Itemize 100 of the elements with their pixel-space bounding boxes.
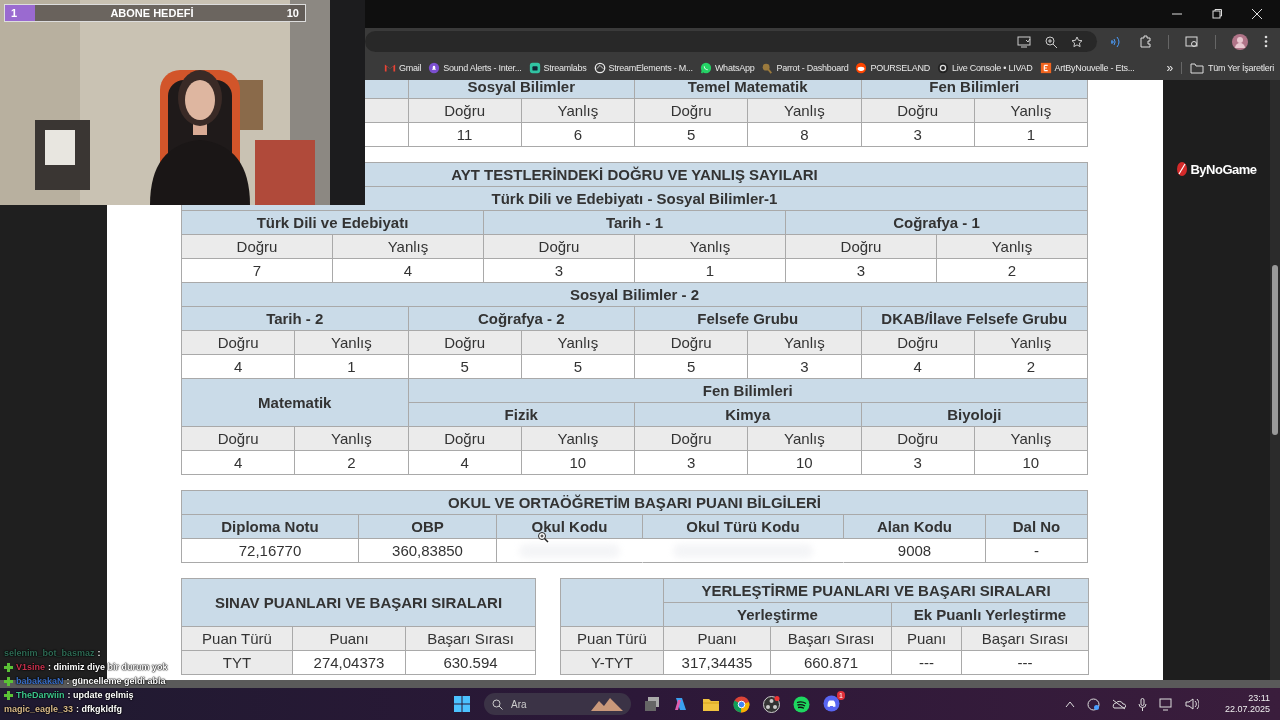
bookmark-item[interactable]: POURSELAND: [855, 61, 930, 74]
table-cell: 10: [748, 451, 862, 475]
chat-message: : dfkgkldfg: [76, 704, 123, 714]
column-header: Yanlış: [748, 427, 862, 451]
column-header: Doğru: [861, 331, 975, 355]
zoom-icon[interactable]: [1045, 35, 1057, 48]
column-header: Puan Türü: [561, 627, 664, 651]
table-cell: 72,16770: [182, 539, 359, 563]
column-header: Doğru: [484, 235, 635, 259]
table-cell: 3: [748, 355, 862, 379]
table-cell: 5: [521, 355, 635, 379]
column-header: Doğru: [635, 427, 749, 451]
microphone-icon[interactable]: [1137, 697, 1147, 711]
camera-icon: [528, 61, 541, 74]
table-cell: 1: [974, 123, 1088, 147]
bookmark-item[interactable]: Gmail: [384, 61, 422, 74]
column-header: Dal No: [986, 515, 1088, 539]
column-header: Yanlış: [635, 235, 786, 259]
table-title: OKUL VE ORTAÖĞRETİM BAŞARI PUANI BİLGİLERİ: [182, 491, 1088, 515]
row-header: TYT: [182, 651, 293, 675]
column-header: Matematik: [182, 379, 409, 427]
bookmark-item[interactable]: StreamElements - M...: [593, 61, 693, 74]
brand-logo: ByNoGame: [1190, 161, 1257, 177]
column-header: Başarı Sırası: [771, 627, 892, 651]
table-cell: 2: [295, 451, 409, 475]
column-header: Alan Kodu: [844, 515, 986, 539]
column-header: Yanlış: [974, 99, 1088, 123]
chevron-up-icon[interactable]: [1064, 700, 1075, 708]
bookmark-item[interactable]: ArtByNouvelle - Ets...: [1039, 61, 1135, 74]
clock-date[interactable]: 22.07.2025: [1224, 704, 1270, 715]
star-icon[interactable]: [1071, 35, 1083, 48]
table-cell: 274,04373: [293, 651, 406, 675]
windows-icon[interactable]: [453, 695, 471, 713]
circle-logo-icon: [593, 61, 606, 74]
spotify-icon[interactable]: [793, 695, 810, 713]
table-cell: 317,34435: [664, 651, 771, 675]
column-header: Okul Kodu: [497, 515, 643, 539]
column-header: Fen Bilimleri: [861, 80, 1088, 99]
column-header: Yanlış: [521, 99, 635, 123]
column-header: Sosyal Bilimler: [408, 80, 635, 99]
folder-icon[interactable]: [702, 696, 720, 712]
bookmark-item[interactable]: Sound Alerts - Inter...: [428, 61, 522, 74]
monitor-icon[interactable]: [1158, 697, 1173, 711]
column-header: Doğru: [786, 235, 937, 259]
column-header: Yerleştirme: [664, 603, 892, 627]
speaker-icon[interactable]: [1184, 698, 1199, 710]
table-cell: 3: [635, 451, 749, 475]
bookmark-item[interactable]: WhatsApp: [699, 61, 755, 74]
discord-icon[interactable]: [823, 694, 840, 712]
chrome-icon[interactable]: [733, 695, 750, 713]
table-cell: 11: [408, 123, 522, 147]
table-cell: 6: [521, 123, 635, 147]
clock-time[interactable]: 23:11: [1248, 693, 1270, 704]
more-bookmarks-button[interactable]: »: [1166, 60, 1173, 75]
feather-icon: [1176, 161, 1189, 177]
chat-username[interactable]: magic_eagle_33: [4, 704, 74, 714]
bookmark-item[interactable]: Streamlabs: [528, 61, 587, 74]
table-cell: 4: [408, 451, 522, 475]
bookmark-item[interactable]: Parrot - Dashboard: [761, 61, 849, 74]
bell-icon: [428, 61, 441, 74]
table-cell: 3: [786, 259, 937, 283]
column-header: Yanlış: [295, 331, 409, 355]
copilot-icon[interactable]: [673, 696, 689, 712]
column-header: Doğru: [861, 99, 975, 123]
table-title: YERLEŞTİRME PUANLARI VE BAŞARI SIRALARI: [664, 579, 1089, 603]
table-cell: ---: [892, 651, 962, 675]
task-view-icon[interactable]: [644, 696, 660, 712]
install-icon[interactable]: [1017, 35, 1031, 48]
column-header: Biyoloji: [861, 403, 1088, 427]
chat-username[interactable]: TheDarwiin: [16, 690, 65, 700]
column-header: Doğru: [182, 427, 296, 451]
column-header: Yanlış: [521, 427, 635, 451]
all-bookmarks-item[interactable]: Tüm Yer İşaretleri: [1180, 61, 1274, 74]
close-icon[interactable]: [1252, 9, 1262, 19]
vpn-icon[interactable]: [1086, 697, 1100, 711]
table-cell: 4: [333, 259, 484, 283]
column-header: Coğrafya - 1: [786, 211, 1088, 235]
scrollbar-thumb[interactable]: [1272, 265, 1278, 435]
table-title: SINAV PUANLARI VE BAŞARI SIRALARI: [182, 579, 536, 627]
menu-icon[interactable]: [1264, 35, 1268, 48]
puzzle-icon[interactable]: [1139, 35, 1152, 48]
column-header: Başarı Sırası: [406, 627, 536, 651]
bookmark-item[interactable]: Live Console • LIVAD: [936, 61, 1033, 74]
table-cell: ---: [962, 651, 1089, 675]
restore-icon[interactable]: [1212, 9, 1222, 19]
column-header: Doğru: [861, 427, 975, 451]
column-header: Fizik: [408, 403, 635, 427]
column-header: Türk Dili ve Edebiyatı: [182, 211, 484, 235]
table-cell: 7: [182, 259, 333, 283]
goal-target: 10: [286, 7, 299, 19]
table-cell: -: [986, 539, 1088, 563]
column-header: Doğru: [408, 427, 522, 451]
cloud-off-icon[interactable]: [1111, 698, 1126, 710]
column-header: Doğru: [182, 235, 333, 259]
tab-search-icon[interactable]: [1185, 35, 1199, 48]
table-cell: 10: [974, 451, 1088, 475]
avatar-icon[interactable]: [1232, 33, 1248, 50]
search-field[interactable]: Ara: [484, 693, 631, 715]
table-cell: 1: [295, 355, 409, 379]
obs-icon[interactable]: [763, 695, 780, 713]
